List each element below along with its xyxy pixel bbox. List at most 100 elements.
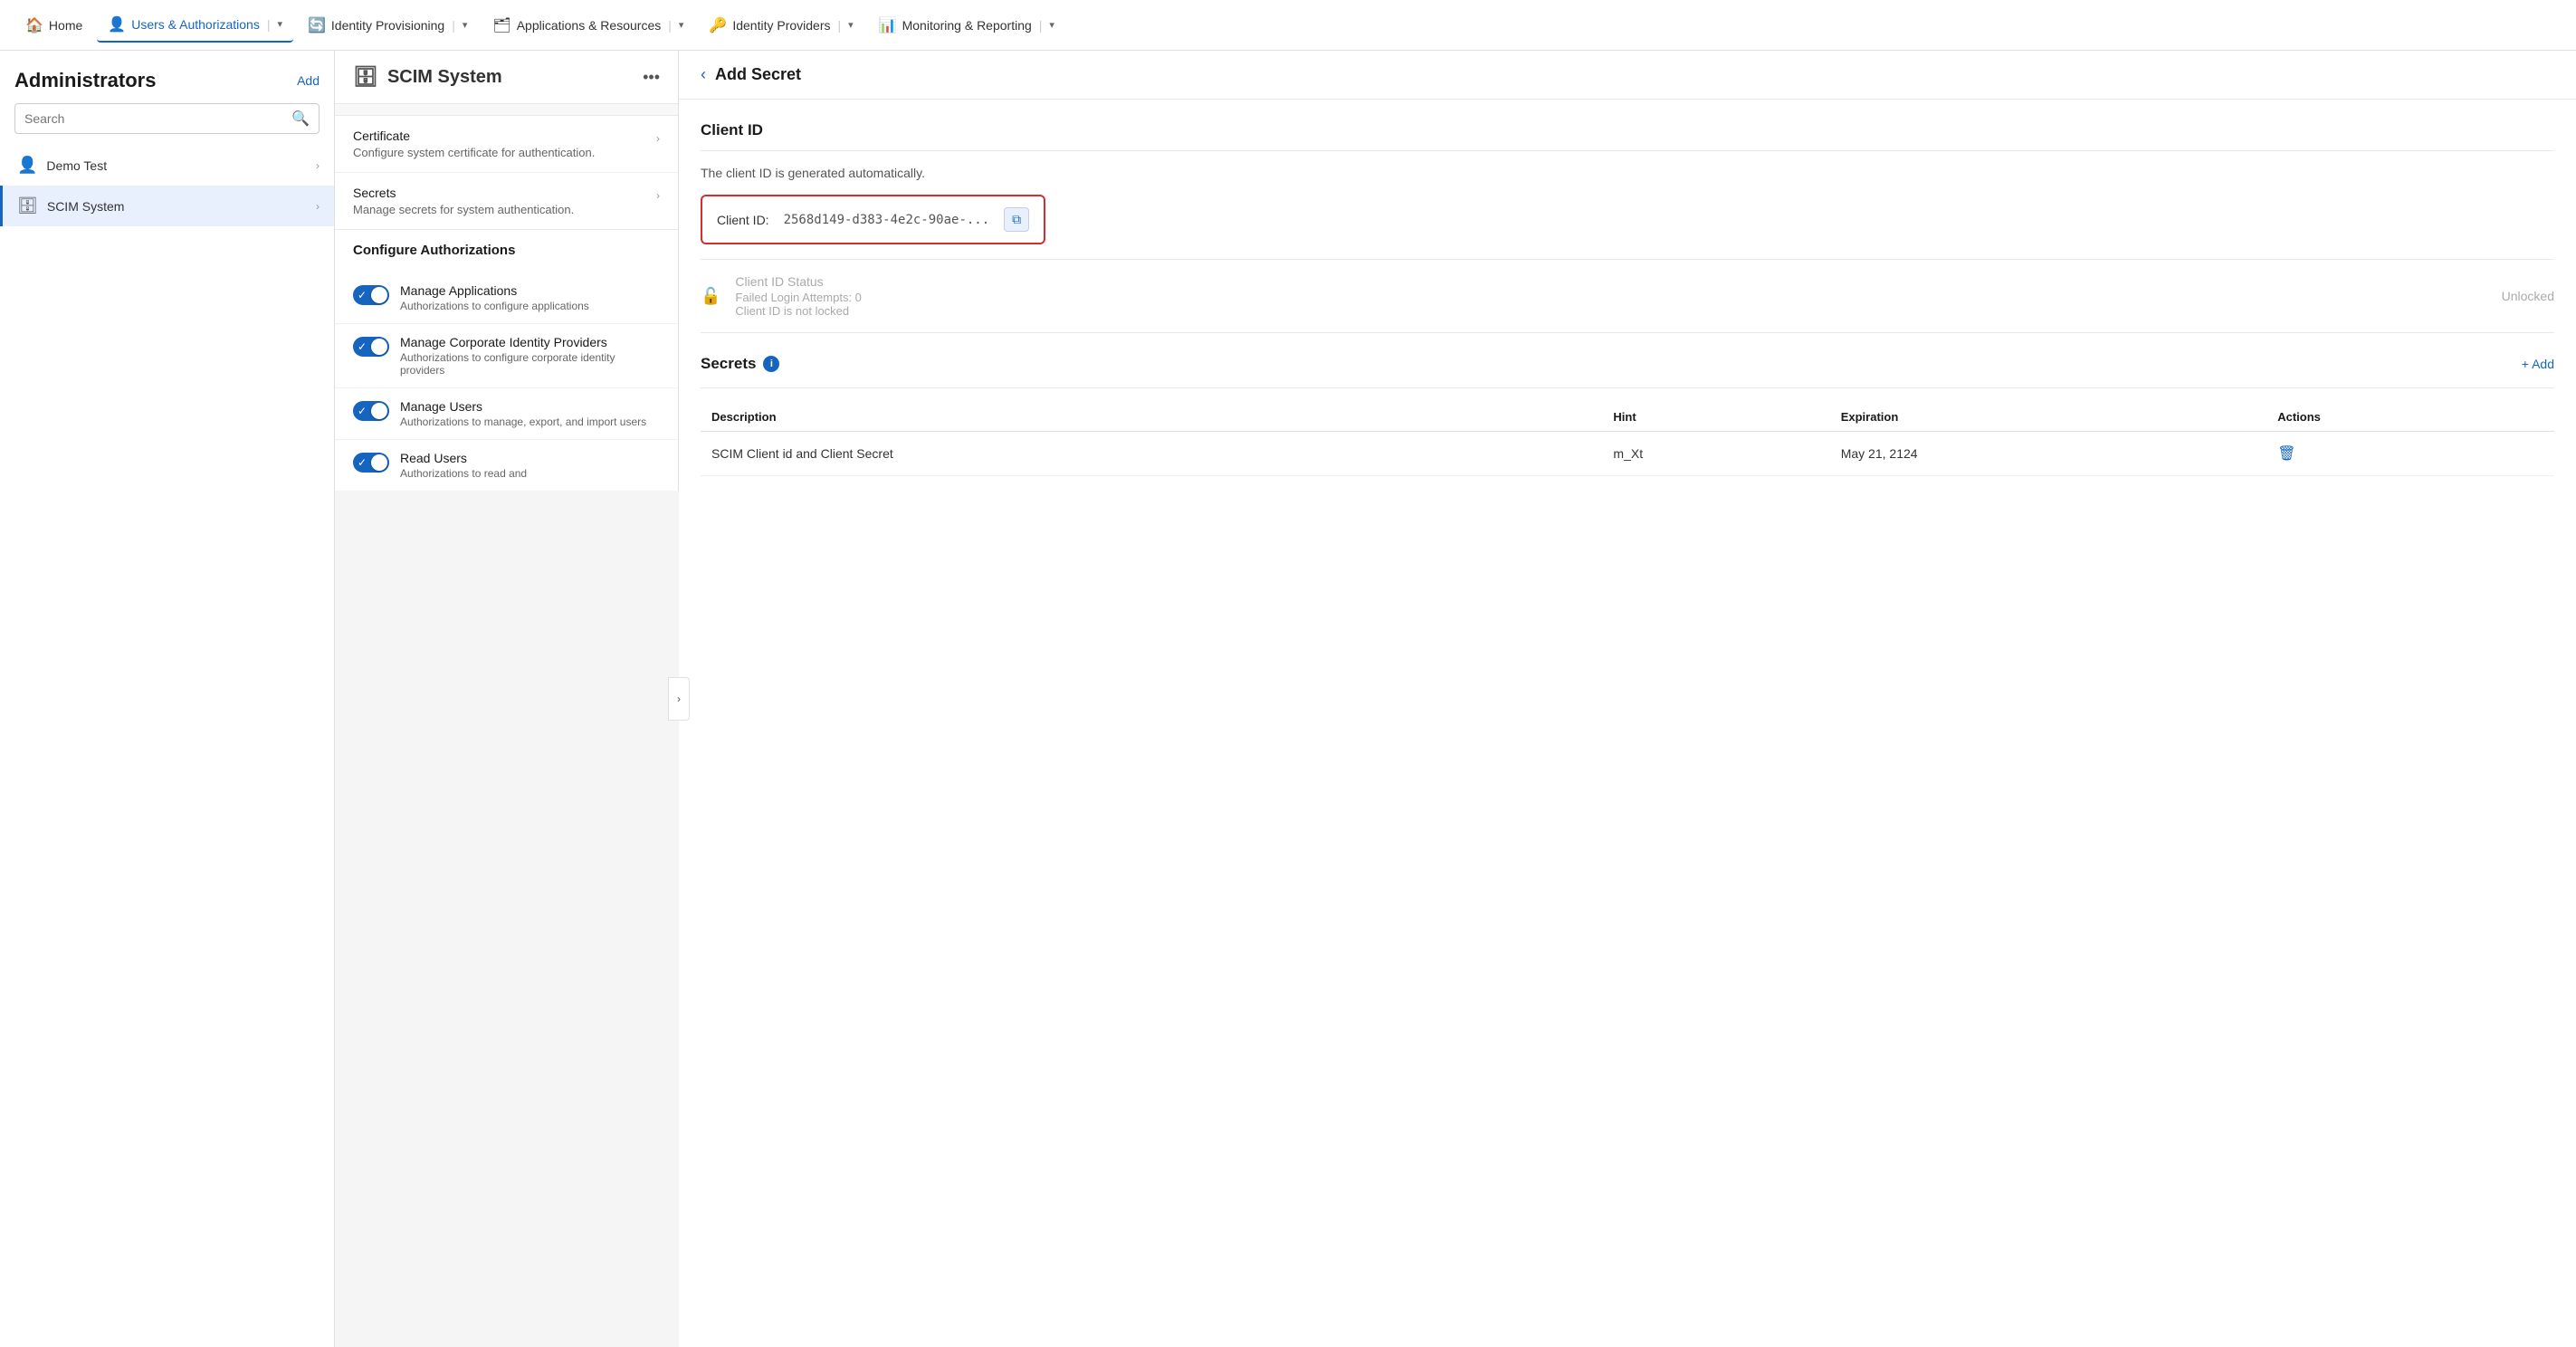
user-icon: 👤 <box>17 156 37 175</box>
corp-idp-title: Manage Corporate Identity Providers <box>400 335 660 349</box>
secret-expiration: May 21, 2124 <box>1830 432 2267 476</box>
monitoring-icon: 📊 <box>879 16 897 34</box>
right-panel-header: ‹ Add Secret <box>679 51 2576 100</box>
manage-apps-desc: Authorizations to configure applications <box>400 300 660 312</box>
nav-provisioning-chevron[interactable]: ▾ <box>463 19 468 31</box>
applications-icon: 🗂 <box>492 16 510 34</box>
secrets-divider <box>701 387 2554 388</box>
client-id-section: Client ID The client ID is generated aut… <box>701 121 2554 333</box>
middle-title-text: SCIM System <box>387 67 502 88</box>
manage-apps-content: Manage Applications Authorizations to co… <box>400 283 660 312</box>
nav-users-chevron[interactable]: ▾ <box>277 18 282 30</box>
col-hint: Hint <box>1602 403 1829 432</box>
sidebar-title: Administrators <box>14 69 156 92</box>
client-id-status-title: Client ID Status <box>735 274 2486 289</box>
provisioning-icon: 🔄 <box>308 16 326 34</box>
sidebar-item-demo-test[interactable]: 👤 Demo Test › <box>0 145 334 186</box>
nav-applications[interactable]: 🗂 Applications & Resources | ▾ <box>482 9 694 42</box>
nav-provisioning-label: Identity Provisioning <box>331 18 444 33</box>
checkmark-icon: ✓ <box>358 340 367 353</box>
nav-separator-5: | <box>1039 18 1043 33</box>
right-panel-title: Add Secret <box>715 65 801 84</box>
secrets-title-row: Secrets i <box>701 355 779 373</box>
nav-applications-chevron[interactable]: ▾ <box>679 19 684 31</box>
nav-identity-chevron[interactable]: ▾ <box>848 19 854 31</box>
nav-separator-4: | <box>838 18 842 33</box>
secrets-arrow-icon: › <box>656 189 660 202</box>
sidebar: Administrators Add 🔍 👤 Demo Test › 🗄 SCI… <box>0 51 335 1347</box>
corp-idp-desc: Authorizations to configure corporate id… <box>400 351 660 377</box>
client-id-status-info: Client ID Status Failed Login Attempts: … <box>735 274 2486 318</box>
unlocked-badge: Unlocked <box>2502 289 2554 303</box>
configure-auth-title: Configure Authorizations <box>353 243 660 258</box>
nav-users[interactable]: 👤 Users & Authorizations | ▾ <box>97 8 293 43</box>
middle-panel-wrapper: 🗄 SCIM System ••• Certificate Configure … <box>335 51 679 1347</box>
col-expiration: Expiration <box>1830 403 2267 432</box>
checkmark-icon: ✓ <box>358 405 367 417</box>
nav-identity-label: Identity Providers <box>732 18 830 33</box>
add-secret-button[interactable]: + Add <box>2522 357 2554 371</box>
corp-idp-content: Manage Corporate Identity Providers Auth… <box>400 335 660 377</box>
secrets-content: Secrets Manage secrets for system authen… <box>353 186 656 216</box>
info-icon[interactable]: i <box>763 356 779 372</box>
auth-item-manage-apps: ✓ Manage Applications Authorizations to … <box>335 272 678 324</box>
nav-provisioning[interactable]: 🔄 Identity Provisioning | ▾ <box>297 9 478 42</box>
manage-apps-title: Manage Applications <box>400 283 660 298</box>
secrets-header: Secrets i + Add <box>701 355 2554 373</box>
secrets-desc: Manage secrets for system authentication… <box>353 203 656 216</box>
secrets-table: Description Hint Expiration Actions SCIM… <box>701 403 2554 476</box>
auth-item-read-users: ✓ Read Users Authorizations to read and <box>335 440 678 491</box>
certificate-section-item[interactable]: Certificate Configure system certificate… <box>335 116 678 173</box>
table-header-row: Description Hint Expiration Actions <box>701 403 2554 432</box>
nav-home[interactable]: 🏠 Home <box>14 9 93 42</box>
middle-panel-title: 🗄 SCIM System <box>353 65 502 89</box>
secret-hint: m_Xt <box>1602 432 1829 476</box>
middle-sections: Certificate Configure system certificate… <box>335 115 678 230</box>
sidebar-item-label: SCIM System <box>47 199 307 214</box>
checkmark-icon: ✓ <box>358 289 367 301</box>
identity-icon: 🔑 <box>709 16 727 34</box>
nav-separator-1: | <box>267 17 271 32</box>
table-row: SCIM Client id and Client Secret m_Xt Ma… <box>701 432 2554 476</box>
search-box: 🔍 <box>14 103 320 134</box>
read-users-toggle[interactable]: ✓ <box>353 453 389 473</box>
database-icon: 🗄 <box>17 196 38 215</box>
search-icon: 🔍 <box>291 110 310 128</box>
home-icon: 🏠 <box>25 16 43 34</box>
client-id-status-row: 🔓 Client ID Status Failed Login Attempts… <box>701 259 2554 333</box>
delete-secret-button[interactable]: 🗑 <box>2277 446 2295 462</box>
checkmark-icon: ✓ <box>358 456 367 469</box>
middle-panel: 🗄 SCIM System ••• Certificate Configure … <box>335 51 679 491</box>
search-input[interactable] <box>24 111 284 126</box>
auth-item-manage-users: ✓ Manage Users Authorizations to manage,… <box>335 388 678 440</box>
read-users-content: Read Users Authorizations to read and <box>400 451 660 480</box>
read-users-desc: Authorizations to read and <box>400 467 660 480</box>
more-options-icon[interactable]: ••• <box>643 68 660 87</box>
collapse-panel-button[interactable]: › <box>668 677 690 721</box>
users-icon: 👤 <box>108 15 126 33</box>
sidebar-header: Administrators Add <box>0 51 334 103</box>
certificate-content: Certificate Configure system certificate… <box>353 129 656 159</box>
right-panel: ‹ Add Secret Client ID The client ID is … <box>679 51 2576 1347</box>
chevron-right-icon: › <box>316 200 320 213</box>
main-layout: Administrators Add 🔍 👤 Demo Test › 🗄 SCI… <box>0 51 2576 1347</box>
client-id-note: The client ID is generated automatically… <box>701 166 2554 180</box>
auth-items-list: ✓ Manage Applications Authorizations to … <box>335 272 678 491</box>
manage-apps-toggle[interactable]: ✓ <box>353 285 389 305</box>
client-id-heading: Client ID <box>701 121 2554 139</box>
nav-monitoring-chevron[interactable]: ▾ <box>1049 19 1054 31</box>
corp-idp-toggle[interactable]: ✓ <box>353 337 389 357</box>
copy-client-id-button[interactable]: ⧉ <box>1004 207 1029 232</box>
certificate-desc: Configure system certificate for authent… <box>353 146 656 159</box>
manage-users-toggle[interactable]: ✓ <box>353 401 389 421</box>
nav-monitoring[interactable]: 📊 Monitoring & Reporting | ▾ <box>868 9 1065 42</box>
nav-identity[interactable]: 🔑 Identity Providers | ▾ <box>698 9 863 42</box>
auth-item-corp-idp: ✓ Manage Corporate Identity Providers Au… <box>335 324 678 388</box>
sidebar-add-button[interactable]: Add <box>297 73 320 88</box>
nav-separator-2: | <box>452 18 455 33</box>
sidebar-item-scim-system[interactable]: 🗄 SCIM System › <box>0 186 334 226</box>
nav-users-label: Users & Authorizations <box>131 17 260 32</box>
secrets-section-item[interactable]: Secrets Manage secrets for system authen… <box>335 173 678 229</box>
scim-icon: 🗄 <box>353 65 378 89</box>
back-button[interactable]: ‹ <box>701 65 706 84</box>
